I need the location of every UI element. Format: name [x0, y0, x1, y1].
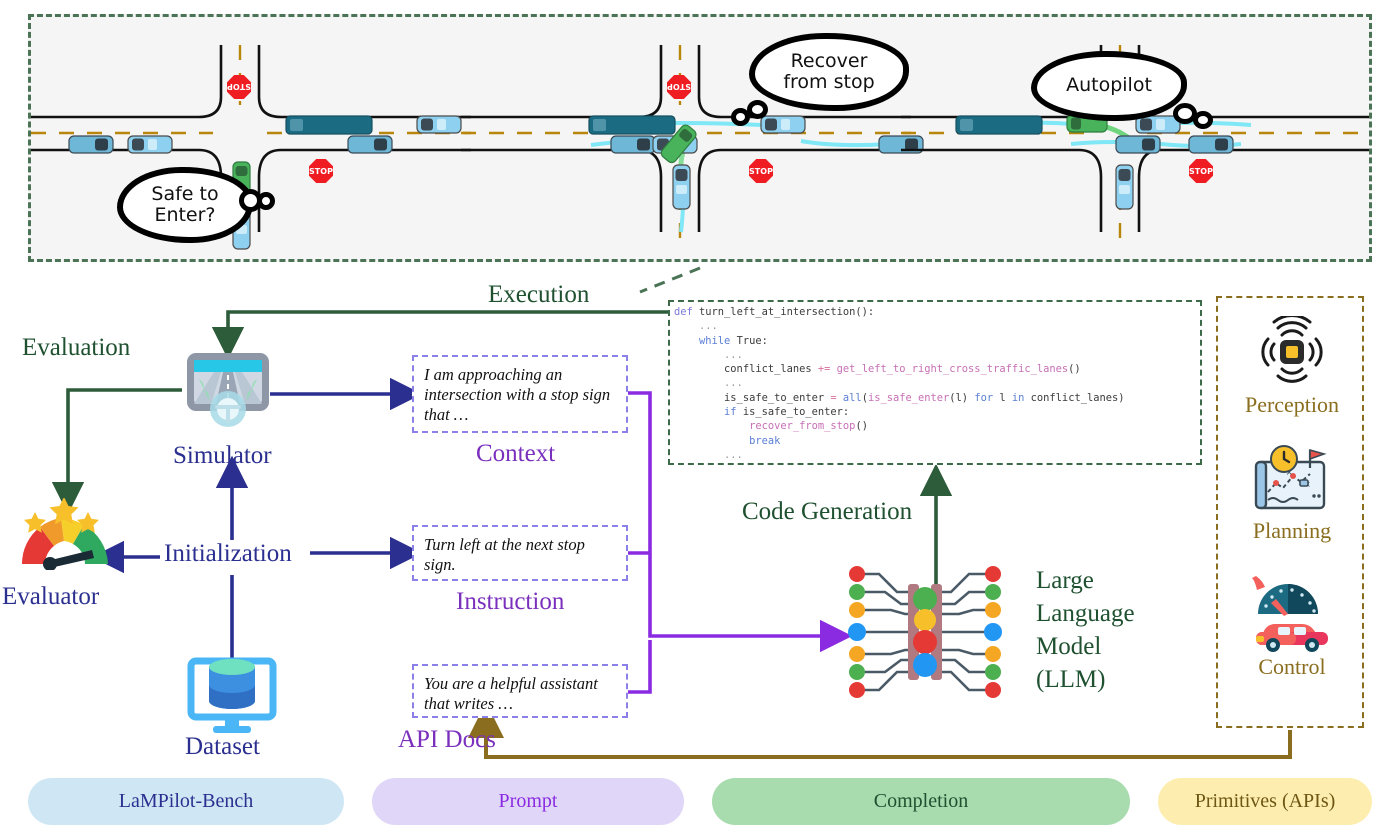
instruction-caption: Instruction — [456, 588, 565, 615]
context-caption: Context — [476, 440, 556, 467]
execution-arrow — [211, 310, 668, 360]
dataset-icon — [187, 657, 277, 733]
code-token: def — [674, 306, 700, 318]
code-token: if — [724, 406, 743, 419]
stop-sign-icon: STOP — [309, 159, 333, 183]
primitive-perception[interactable] — [1252, 314, 1332, 390]
scenario-panel: STOP STOP STOP STOP STOP STOP Safe to En… — [28, 14, 1372, 262]
code-token: l — [999, 391, 1012, 404]
context-box[interactable]: I am approaching an intersection with a … — [412, 355, 628, 433]
dataset-node[interactable] — [185, 655, 279, 735]
code-generation-label: Code Generation — [742, 498, 913, 525]
evaluation-label: Evaluation — [22, 334, 131, 361]
code-token: () — [1068, 363, 1081, 376]
scenario-to-flow-connector — [639, 266, 701, 294]
radar-signal-icon — [1261, 314, 1323, 383]
execution-label: Execution — [488, 281, 590, 308]
code-token: is_safe_to_enter: — [742, 406, 850, 419]
llm-label-line: Large — [1036, 567, 1094, 594]
thought-bubble-dot — [1193, 111, 1213, 129]
simulator-icon — [187, 353, 269, 427]
llm-label-line: Model — [1036, 633, 1102, 660]
code-token: turn_left_at_intersection(): — [699, 306, 875, 318]
primitive-perception-label: Perception — [1244, 392, 1340, 417]
code-token: (l) — [949, 391, 975, 404]
stop-sign-icon: STOP — [227, 75, 251, 99]
legend-primitives[interactable]: Primitives (APIs) — [1158, 778, 1372, 825]
code-token: () — [855, 420, 868, 433]
thought-bubble-dot — [747, 100, 768, 119]
code-token: in — [1011, 391, 1031, 404]
simulator-node[interactable] — [183, 349, 273, 429]
thought-bubble-safe-to-enter: Safe to Enter? — [117, 167, 253, 243]
code-token: conflict_lanes) — [1030, 391, 1125, 404]
legend-completion[interactable]: Completion — [712, 778, 1130, 825]
language-model-program-box: def turn_left_at_intersection(): ... whi… — [668, 300, 1202, 465]
apidocs-bus-line — [628, 640, 652, 694]
initialization-label: Initialization — [164, 540, 292, 567]
code-block: def turn_left_at_intersection(): ... whi… — [674, 305, 1125, 462]
code-token: while — [699, 334, 737, 347]
code-token: ... — [674, 448, 743, 461]
api-docs-box[interactable]: You are a helpful assistant that writes … — [412, 664, 628, 718]
primitive-control-label: Control — [1258, 654, 1326, 679]
code-token: = — [830, 391, 843, 404]
code-token: recover_from_stop — [749, 420, 856, 433]
scene-safe-to-enter — [31, 45, 471, 250]
speedometer-car-icon — [1252, 576, 1328, 652]
map-clock-icon: × × — [1254, 445, 1327, 510]
legend-prompt[interactable]: Prompt — [372, 778, 684, 825]
code-token: get_left_to_right_cross_traffic_lanes — [836, 363, 1069, 376]
code-token: is_safe_to_enter — [674, 391, 831, 404]
api-docs-caption: API Docs — [398, 726, 496, 753]
thought-bubble-autopilot: Autopilot — [1031, 51, 1187, 121]
primitive-control[interactable] — [1246, 570, 1338, 652]
dataset-label: Dataset — [185, 733, 260, 760]
evaluation-arrow — [51, 388, 182, 515]
evaluator-label: Evaluator — [2, 583, 100, 610]
llm-label-line: Language — [1036, 600, 1135, 627]
code-token: break — [749, 434, 781, 447]
code-token: conflict_lanes — [674, 363, 818, 376]
code-token: += — [817, 363, 837, 376]
legend-lampilot-bench[interactable]: LaMPilot-Bench — [28, 778, 344, 825]
primitive-planning-label: Planning — [1252, 518, 1332, 543]
llm-node[interactable] — [845, 562, 1005, 702]
code-token: True: — [736, 334, 768, 347]
code-token: ... — [674, 320, 718, 333]
thought-bubble-dot — [257, 192, 275, 210]
llm-label: Large Language Model (LLM) — [1036, 564, 1135, 696]
instruction-box[interactable]: Turn left at the next stop sign. — [412, 525, 628, 581]
evaluator-gauge-icon — [21, 497, 108, 571]
evaluator-node[interactable] — [14, 497, 124, 571]
thought-bubble-recover-from-stop: Recover from stop — [749, 33, 909, 111]
code-token: all — [842, 391, 862, 404]
primitive-planning[interactable]: × × — [1248, 444, 1336, 516]
primitives-panel: Perception × × Planning — [1216, 296, 1364, 728]
code-token: ... — [674, 377, 743, 390]
code-token: ... — [674, 348, 743, 361]
primitives-to-apidocs-arrow — [468, 702, 1292, 759]
neural-network-icon — [848, 566, 1002, 698]
code-token: for — [974, 391, 1000, 404]
llm-label-line: (LLM) — [1036, 666, 1106, 693]
simulator-label: Simulator — [173, 442, 272, 469]
thought-bubble-dot — [731, 108, 750, 126]
code-token: is_safe_enter — [867, 391, 950, 404]
